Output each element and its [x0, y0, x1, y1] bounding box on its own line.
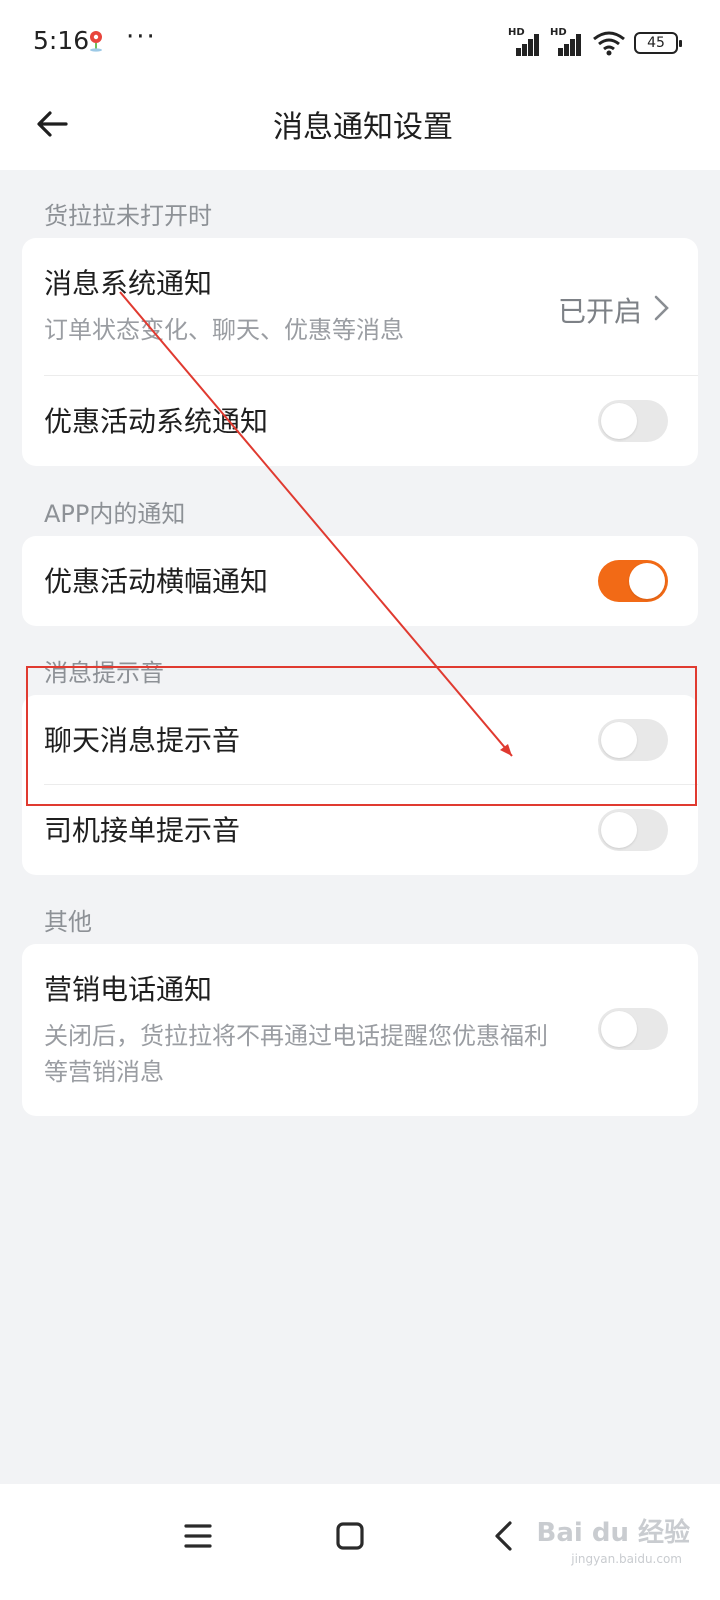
- battery-icon: 45: [634, 32, 682, 54]
- back-icon[interactable]: [474, 1506, 534, 1566]
- signal-icon: HD: [508, 27, 542, 56]
- row-promo-banner-notification: 优惠活动横幅通知: [22, 536, 698, 626]
- watermark-url: jingyan.baidu.com: [571, 1552, 682, 1566]
- row-marketing-call-notification: 营销电话通知 关闭后，货拉拉将不再通过电话提醒您优惠福利等营销消息: [22, 944, 698, 1116]
- menu-icon[interactable]: [168, 1506, 228, 1566]
- section-label: 货拉拉未打开时: [44, 202, 212, 230]
- row-title: 司机接单提示音: [44, 814, 241, 847]
- signal-hd-label: HD: [508, 27, 525, 38]
- row-message-system-notification[interactable]: 消息系统通知 订单状态变化、聊天、优惠等消息 已开启: [22, 238, 698, 376]
- status-value: 已开启: [557, 295, 642, 328]
- row-title: 营销电话通知: [44, 973, 213, 1006]
- settings-card: 消息系统通知 订单状态变化、聊天、优惠等消息 已开启 优惠活动系统通知: [22, 238, 698, 466]
- signal-hd-label-2: HD: [550, 27, 567, 38]
- more-dots: ···: [126, 22, 157, 52]
- wifi-icon: [593, 31, 625, 56]
- battery-level: 45: [647, 35, 665, 51]
- toggle-switch[interactable]: [598, 1008, 668, 1050]
- section-label: 其他: [44, 908, 92, 936]
- toggle-switch[interactable]: [598, 809, 668, 851]
- chevron-right-icon: [654, 295, 669, 321]
- toggle-switch[interactable]: [598, 400, 668, 442]
- row-title: 优惠活动横幅通知: [44, 565, 269, 598]
- header: 消息通知设置: [0, 84, 720, 170]
- status-bar: 5:16 ··· HD HD 45: [0, 0, 720, 84]
- row-title: 消息系统通知: [44, 267, 213, 300]
- screen: 5:16 ··· HD HD 45 消息通知设置 货拉拉未打开时 消息系统通知 …: [0, 0, 720, 1600]
- annotation-highlight-box: [26, 666, 697, 806]
- settings-card: 营销电话通知 关闭后，货拉拉将不再通过电话提醒您优惠福利等营销消息: [22, 944, 698, 1116]
- home-icon[interactable]: [320, 1506, 380, 1566]
- status-icons: HD HD 45: [508, 27, 682, 58]
- status-time: 5:16: [33, 26, 90, 55]
- row-title: 优惠活动系统通知: [44, 405, 269, 438]
- signal-icon-2: HD: [550, 27, 584, 56]
- watermark-logo: Bai du 经验: [536, 1518, 691, 1548]
- map-pin-icon: [90, 31, 102, 52]
- row-subtitle: 订单状态变化、聊天、优惠等消息: [44, 316, 404, 344]
- section-label: APP内的通知: [44, 500, 186, 528]
- page-title: 消息通知设置: [273, 110, 453, 145]
- row-subtitle: 关闭后，货拉拉将不再通过电话提醒您优惠福利等营销消息: [44, 1022, 548, 1086]
- settings-card: 优惠活动横幅通知: [22, 536, 698, 626]
- toggle-switch[interactable]: [598, 560, 668, 602]
- row-promo-system-notification: 优惠活动系统通知: [22, 376, 698, 466]
